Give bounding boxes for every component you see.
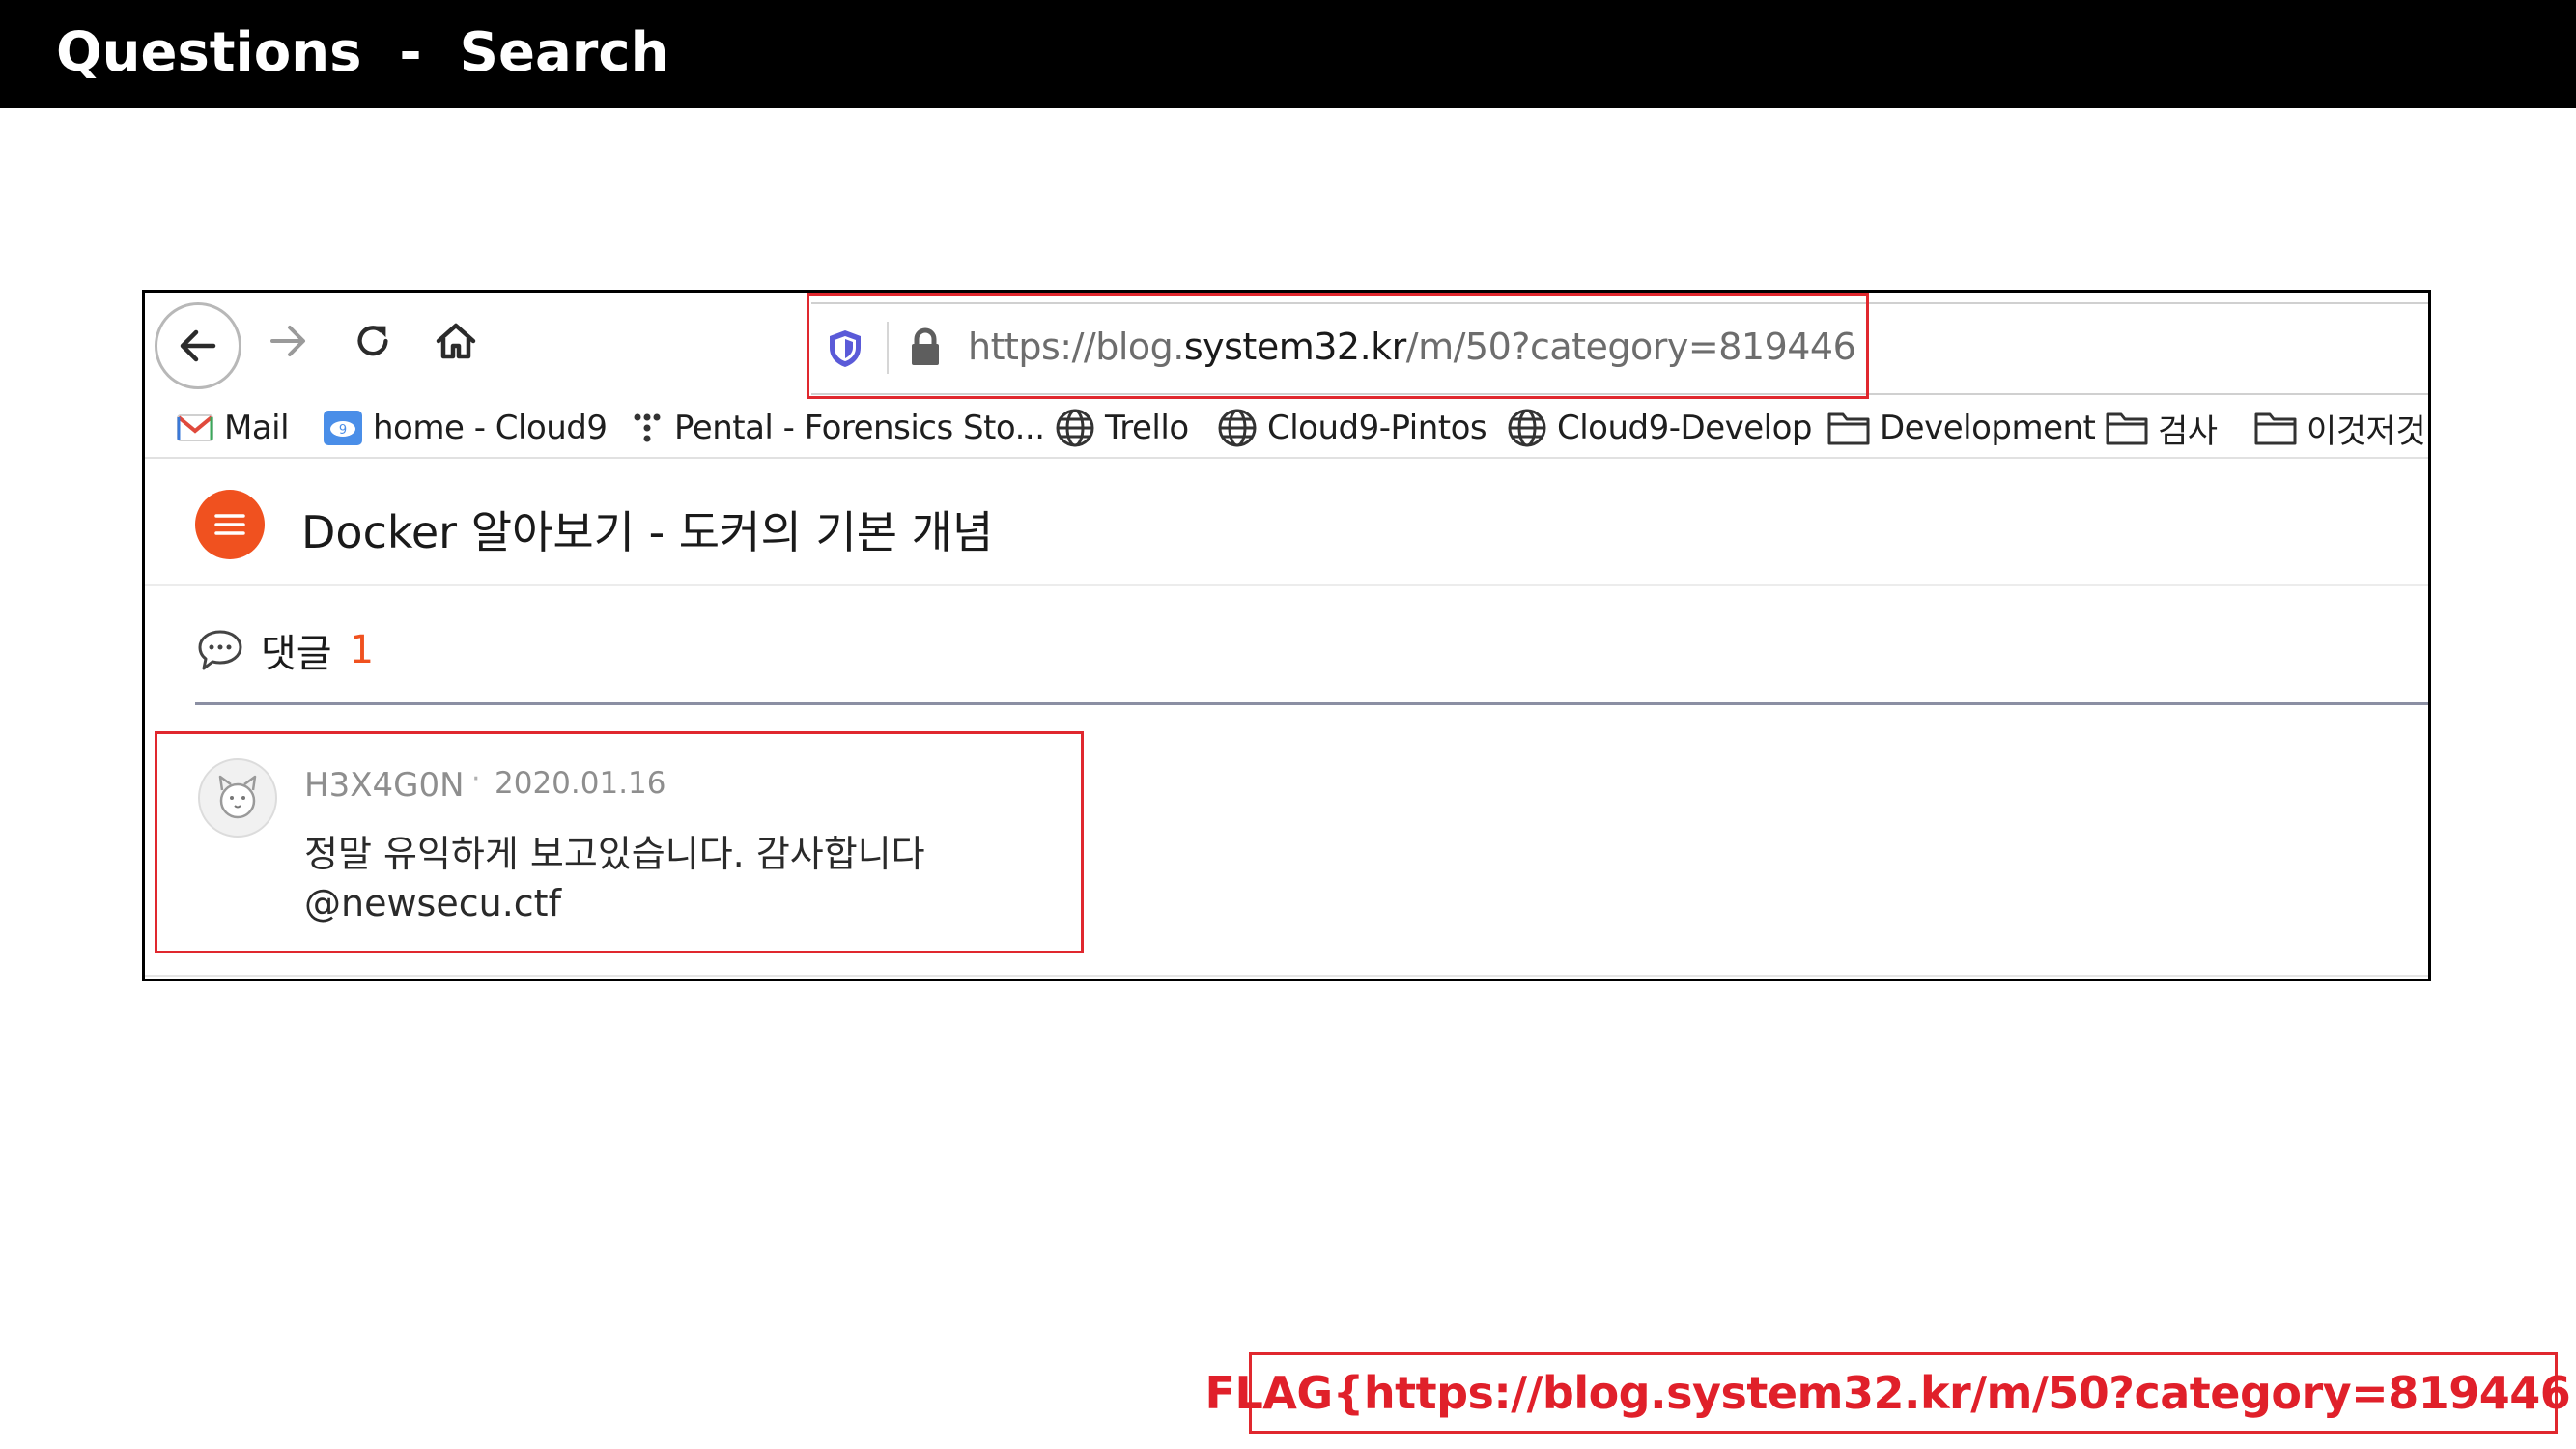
comments-divider <box>195 702 2428 705</box>
home-icon <box>436 323 476 359</box>
reload-icon <box>357 326 388 356</box>
bookmark-label: home - Cloud9 <box>373 409 608 447</box>
forward-button[interactable] <box>259 312 317 370</box>
menu-button[interactable] <box>195 490 265 559</box>
comments-header: 댓글 1 <box>195 621 374 679</box>
bookmark-home-cloud9[interactable]: 9 home - Cloud9 <box>323 405 608 451</box>
browser-screenshot: https://blog.system32.kr/m/50?category=8… <box>142 290 2431 981</box>
url-domain: system32.kr <box>1183 326 1406 368</box>
flag-text: FLAG{https://blog.system32.kr/m/50?categ… <box>1204 1367 2576 1419</box>
reload-button[interactable] <box>344 312 402 370</box>
bookmark-label: Development <box>1880 409 2096 447</box>
bookmark-trello[interactable]: Trello <box>1055 405 1189 451</box>
slide-header: Questions - Search <box>0 0 2576 108</box>
svg-text:9: 9 <box>339 423 347 438</box>
folder-icon <box>2106 412 2148 445</box>
bookmark-label: 검사 <box>2158 412 2218 451</box>
bookmark-cloud9-pintos[interactable]: Cloud9-Pintos <box>1217 405 1487 451</box>
bookmark-label: Cloud9-Develop <box>1557 409 1813 447</box>
folder-icon <box>1827 412 1870 445</box>
page-title: Docker 알아보기 - 도커의 기본 개념 <box>301 506 994 558</box>
bookmark-label: 이것저것 <box>2307 412 2426 451</box>
bookmark-mail[interactable]: Mail <box>176 405 290 451</box>
bookmarks-toolbar: Mail 9 home - Cloud9 Pental - Forensics … <box>145 397 2428 459</box>
bookmark-folder-geomsa[interactable]: 검사 <box>2106 405 2218 451</box>
arrow-left-icon <box>180 329 216 362</box>
url-path: /m/50?category=819446 <box>1405 326 1856 368</box>
comments-label: 댓글 <box>261 632 332 676</box>
bookmark-label: Mail <box>224 409 290 447</box>
home-button[interactable] <box>427 312 485 370</box>
comment-highlight-box <box>155 731 1084 953</box>
bookmark-label: Cloud9-Pintos <box>1267 409 1487 447</box>
address-separator <box>887 322 889 374</box>
url-text[interactable]: https://blog.system32.kr/m/50?category=8… <box>968 326 1856 368</box>
slide-title: Questions - Search <box>56 21 669 84</box>
bottom-divider <box>145 975 2428 977</box>
speech-bubble-icon <box>198 630 242 670</box>
flag-answer-box: FLAG{https://blog.system32.kr/m/50?categ… <box>1205 1352 2576 1434</box>
url-prefix: https://blog. <box>968 326 1184 368</box>
bookmark-label: Pental - Forensics Sto... <box>674 409 1045 447</box>
page-title-row: Docker 알아보기 - 도커의 기본 개념 <box>145 461 2428 586</box>
arrow-right-icon <box>270 326 305 356</box>
globe-icon <box>1508 409 1546 447</box>
folder-icon <box>2254 412 2297 445</box>
bookmark-folder-igeotjeogeot[interactable]: 이것저것 <box>2254 405 2426 451</box>
dots-icon <box>634 413 661 442</box>
hamburger-icon <box>214 514 245 535</box>
cloud9-icon: 9 <box>324 411 362 445</box>
comments-count: 1 <box>349 628 375 672</box>
back-button[interactable] <box>155 302 241 389</box>
bookmark-label: Trello <box>1105 409 1189 447</box>
bookmark-pental[interactable]: Pental - Forensics Sto... <box>630 405 1045 451</box>
lock-icon[interactable] <box>906 326 945 368</box>
mail-icon <box>177 414 213 441</box>
bookmark-folder-development[interactable]: Development <box>1827 405 2096 451</box>
tracking-shield-icon[interactable] <box>826 327 864 370</box>
bookmark-cloud9-develop[interactable]: Cloud9-Develop <box>1507 405 1813 451</box>
globe-icon <box>1056 409 1094 447</box>
globe-icon <box>1218 409 1257 447</box>
